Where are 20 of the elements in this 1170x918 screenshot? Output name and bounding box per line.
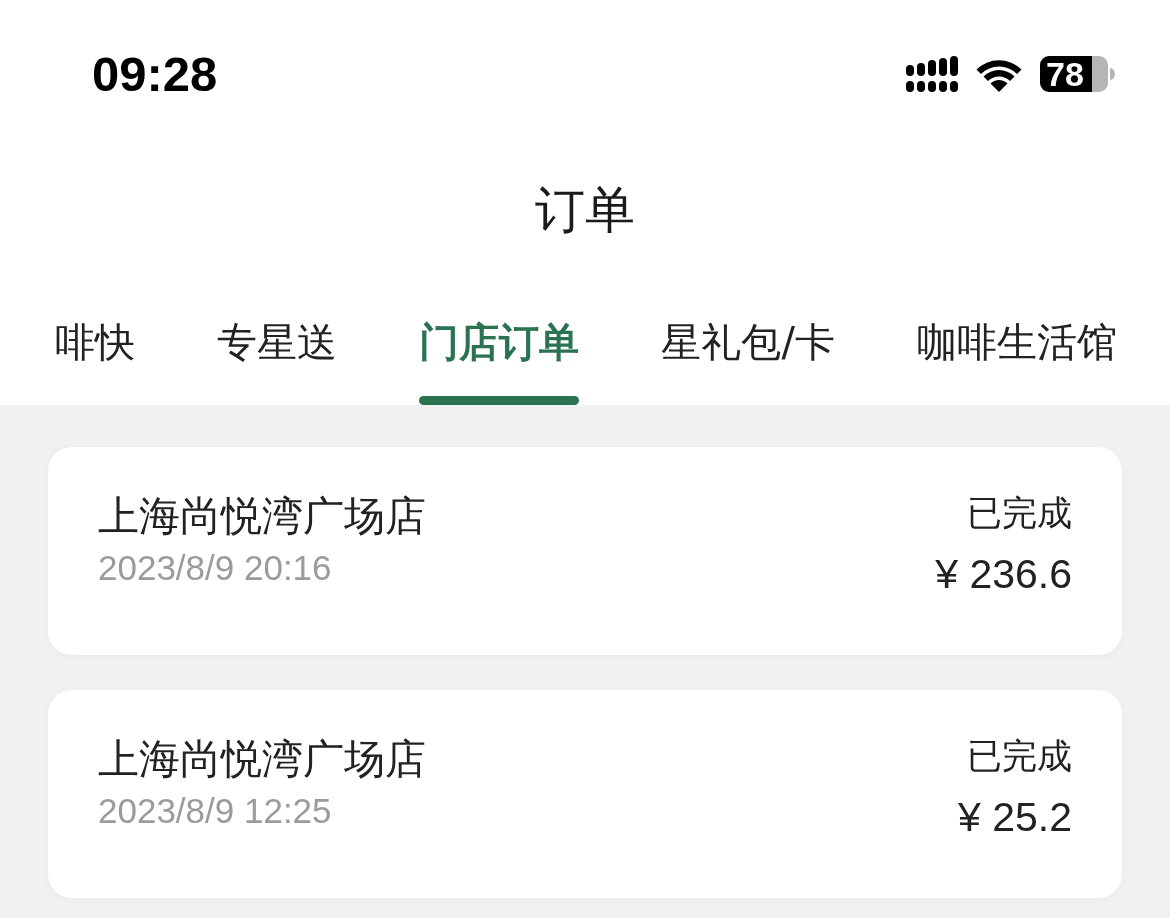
battery-percentage: 78 [1046, 57, 1084, 91]
status-time: 09:28 [92, 49, 218, 99]
page-title: 订单 [535, 185, 635, 235]
order-amount: ¥ 236.6 [935, 550, 1072, 598]
tab[interactable]: 门店订单 [419, 317, 580, 405]
order-card[interactable]: 上海尚悦湾广场店 2023/8/9 20:16 已完成 ¥ 236.6 [48, 447, 1122, 655]
store-name: 上海尚悦湾广场店 [98, 735, 426, 783]
battery-icon [1040, 56, 1115, 92]
order-amount: ¥ 25.2 [958, 793, 1072, 841]
tab[interactable]: 咖啡生活馆 [917, 317, 1117, 405]
order-datetime: 2023/8/9 12:25 [98, 791, 332, 831]
tab[interactable]: 啡快 [55, 317, 135, 405]
store-name: 上海尚悦湾广场店 [98, 492, 426, 540]
signal-icon [906, 56, 958, 92]
tab[interactable]: 专星送 [217, 317, 338, 405]
order-datetime: 2023/8/9 20:16 [98, 548, 332, 588]
order-status: 已完成 [967, 735, 1072, 777]
tab[interactable]: 星礼包/卡 [661, 317, 835, 405]
order-card[interactable]: 上海尚悦湾广场店 2023/8/9 12:25 已完成 ¥ 25.2 [48, 690, 1122, 898]
order-status: 已完成 [967, 492, 1072, 534]
